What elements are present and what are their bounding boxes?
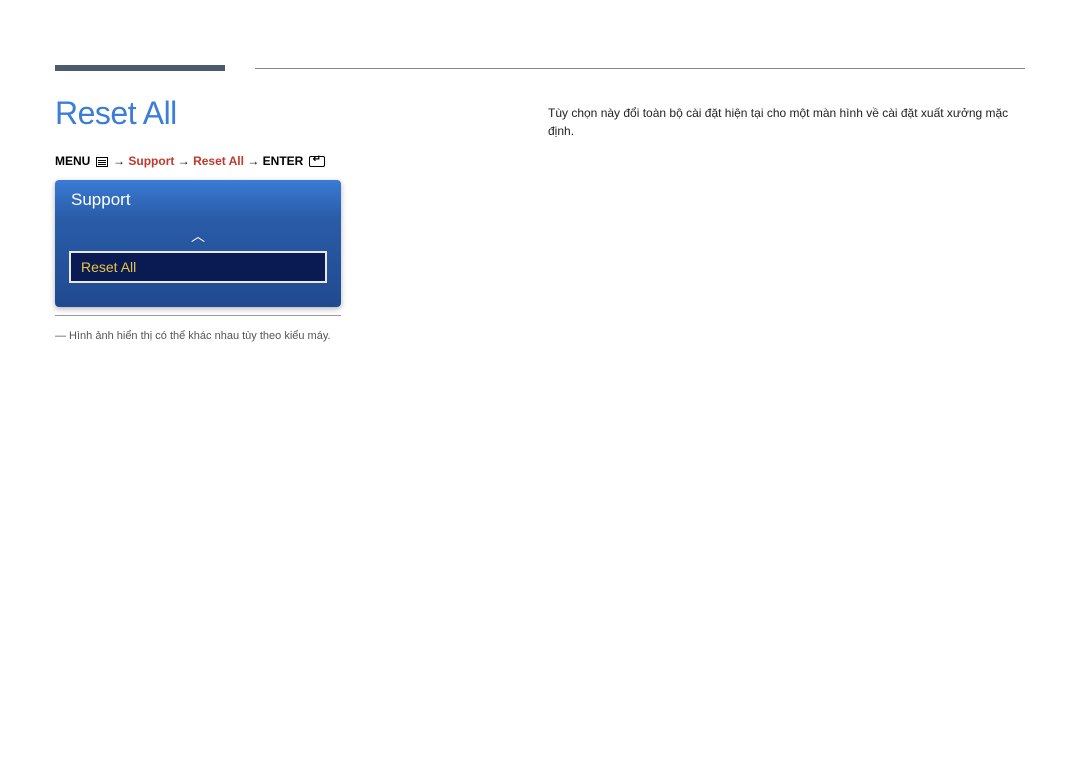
breadcrumb-arrow: → [247,154,262,168]
breadcrumb-arrow: → [113,154,128,168]
header-divider [255,68,1025,69]
osd-item-reset-all[interactable]: Reset All [69,251,327,283]
tab-indicator [55,65,225,71]
panel-divider [55,315,341,316]
osd-header: Support [55,180,341,218]
breadcrumb-support: Support [128,154,174,168]
breadcrumb: MENU → Support → Reset All → ENTER [55,154,327,168]
breadcrumb-reset-all: Reset All [193,154,244,168]
breadcrumb-arrow: → [178,154,193,168]
page-title: Reset All [55,95,177,132]
osd-panel: Support ︿ Reset All [55,180,341,307]
breadcrumb-enter: ENTER [263,154,304,168]
osd-body: ︿ Reset All [55,218,341,307]
enter-icon [309,156,325,167]
menu-icon [96,157,108,167]
chevron-up-icon[interactable]: ︿ [69,224,327,251]
description-text: Tùy chọn này đổi toàn bộ cài đặt hiện tạ… [548,104,1015,140]
footnote: ― Hình ảnh hiển thị có thể khác nhau tùy… [55,330,331,342]
breadcrumb-menu: MENU [55,154,90,168]
